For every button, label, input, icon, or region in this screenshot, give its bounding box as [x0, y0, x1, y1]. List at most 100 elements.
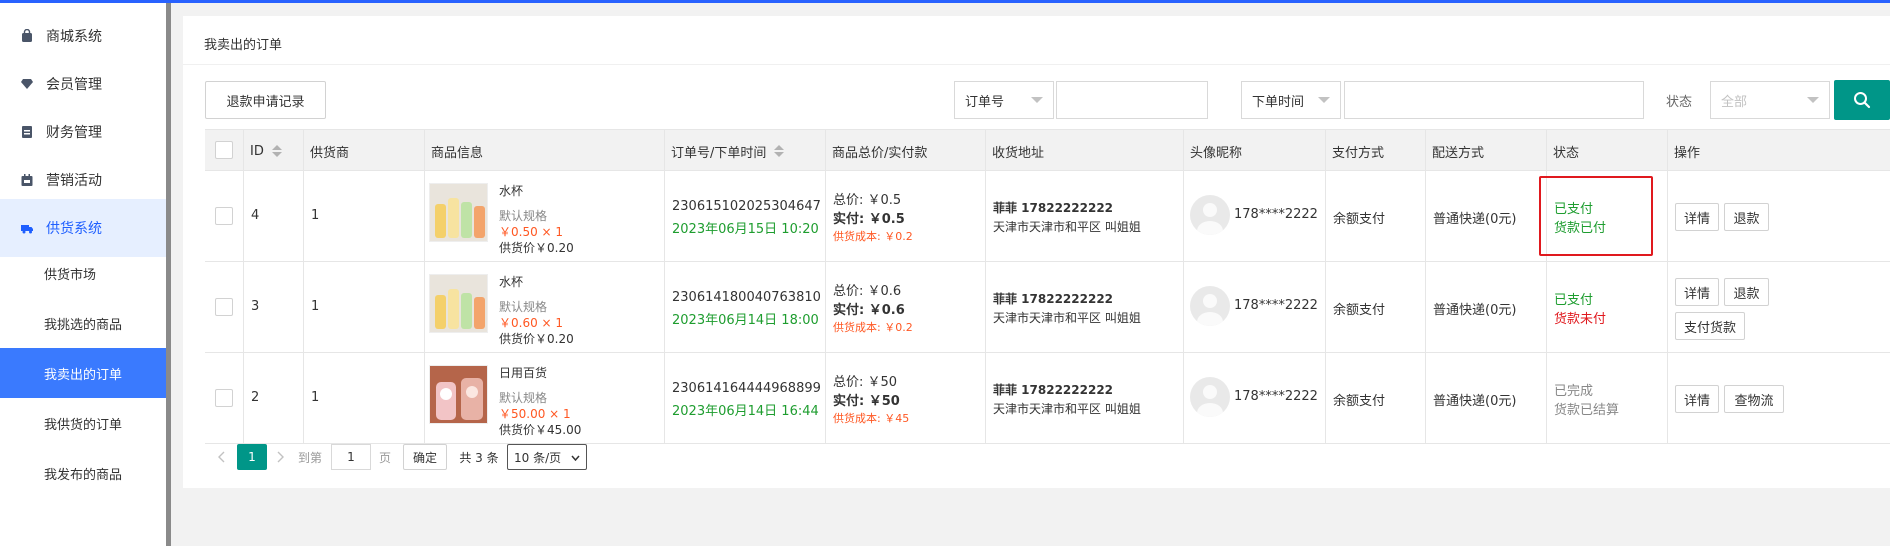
order-cell: 230614180040763810 2023年06月14日 18:00 — [664, 262, 825, 353]
payment-cell: 余额支付 — [1325, 353, 1425, 444]
delivery-method: 普通快递(0元) — [1433, 212, 1517, 227]
sidebar-scrollbar[interactable] — [166, 3, 171, 546]
refund-records-button[interactable]: 退款申请记录 — [205, 81, 326, 119]
pay-supplier-button[interactable]: 支付货款 — [1675, 312, 1745, 340]
header-label: 商品总价/实付款 — [832, 145, 928, 161]
product-thumbnail[interactable] — [429, 183, 488, 242]
status-cell: 已完成 货款已结算 — [1546, 353, 1667, 444]
header-nickname: 头像昵称 — [1183, 130, 1325, 172]
sidebar-subitem-label: 我卖出的订单 — [44, 367, 123, 383]
highlight-box — [1539, 176, 1653, 256]
page-size-value: 10 条/页 — [514, 450, 562, 465]
page-title: 我卖出的订单 — [204, 38, 283, 53]
row-checkbox[interactable] — [215, 298, 233, 316]
page-1-button[interactable]: 1 — [237, 444, 267, 470]
sidebar-subitem-supplied-orders[interactable]: 我供货的订单 — [0, 398, 166, 448]
address-cell: 菲菲 17822222222 天津市天津市和平区 叫姐姐 — [985, 171, 1183, 262]
total-price: 总价: ￥50 — [833, 375, 898, 390]
header-label: 支付方式 — [1332, 145, 1385, 161]
header-order[interactable]: 订单号/下单时间 — [664, 130, 825, 172]
goto-confirm-button[interactable]: 确定 — [403, 444, 447, 470]
status-badge: 已完成 — [1554, 384, 1594, 399]
header-price: 商品总价/实付款 — [825, 130, 985, 172]
sidebar-subitem-supply-market[interactable]: 供货市场 — [0, 248, 166, 298]
product-thumbnail[interactable] — [429, 365, 488, 424]
header-label: ID — [250, 143, 264, 159]
order-number-input[interactable] — [1056, 81, 1208, 119]
refund-button[interactable]: 退款 — [1724, 203, 1769, 231]
order-field-select[interactable]: 订单号 — [954, 81, 1054, 119]
order-time: 2023年06月15日 10:20 — [672, 222, 819, 237]
sidebar-subitem-label: 我发布的商品 — [44, 467, 123, 483]
top-accent-bar — [0, 0, 1890, 3]
table-row: 2 1 日用百货 默认规格 ￥50.00 × 1 供货价￥45.00 23061… — [205, 353, 1890, 444]
nickname: 178****2222 — [1234, 389, 1318, 404]
bag-icon — [22, 29, 32, 42]
order-cell: 230615102025304647 2023年06月15日 10:20 — [664, 171, 825, 262]
address: 天津市天津市和平区 叫姐姐 — [993, 220, 1141, 234]
settlement-status: 货款已结算 — [1554, 403, 1620, 418]
payment-method: 余额支付 — [1333, 394, 1386, 409]
finance-icon — [22, 126, 32, 138]
prev-page-icon[interactable] — [211, 444, 231, 470]
detail-button[interactable]: 详情 — [1675, 385, 1719, 413]
search-button[interactable] — [1834, 80, 1890, 120]
sidebar-item-label: 商城系统 — [46, 29, 102, 45]
product-name: 水杯 — [499, 275, 524, 289]
supplier-cell: 1 — [303, 353, 424, 444]
table-row: 3 1 水杯 默认规格 ￥0.60 × 1 供货价￥0.20 230614180… — [205, 262, 1890, 353]
header-label: 操作 — [1674, 145, 1701, 161]
address: 天津市天津市和平区 叫姐姐 — [993, 311, 1141, 325]
page-size-select[interactable]: 10 条/页 — [507, 444, 587, 470]
delivery-method: 普通快递(0元) — [1433, 303, 1517, 318]
detail-button[interactable]: 详情 — [1675, 203, 1719, 231]
sidebar-subitem-label: 我挑选的商品 — [44, 317, 123, 333]
avatar — [1190, 286, 1230, 326]
sort-icon[interactable] — [271, 145, 282, 157]
actions-cell: 详情 退款 — [1667, 171, 1890, 262]
order-id: 4 — [251, 208, 260, 223]
logistics-button[interactable]: 查物流 — [1724, 385, 1784, 413]
sidebar-subitem-sold-orders[interactable]: 我卖出的订单 — [0, 348, 166, 398]
price-cell: 总价: ￥0.5 实付: ￥0.5 供货成本: ￥0.2 — [825, 171, 985, 262]
time-field-select[interactable]: 下单时间 — [1241, 81, 1341, 119]
chevron-down-icon — [1031, 97, 1043, 103]
price-quantity: ￥50.00 × 1 — [499, 407, 571, 421]
order-time-input[interactable] — [1344, 81, 1644, 119]
order-id: 3 — [251, 299, 260, 314]
id-cell: 2 — [243, 353, 303, 444]
refund-button[interactable]: 退款 — [1724, 278, 1769, 306]
user-cell: 178****2222 — [1183, 171, 1325, 262]
price-quantity: ￥0.60 × 1 — [499, 316, 564, 330]
header-label: 头像昵称 — [1190, 145, 1243, 161]
recipient: 菲菲 17822222222 — [993, 201, 1114, 215]
actions-cell: 详情 查物流 — [1667, 353, 1890, 444]
goto-page-input[interactable]: 1 — [331, 444, 371, 470]
select-all-checkbox[interactable] — [215, 141, 233, 159]
product-thumbnail[interactable] — [429, 274, 488, 333]
row-checkbox[interactable] — [215, 389, 233, 407]
header-product: 商品信息 — [424, 130, 664, 172]
sidebar-subitem-selected-goods[interactable]: 我挑选的商品 — [0, 298, 166, 348]
row-checkbox[interactable] — [215, 207, 233, 225]
supply-cost: 供货成本: ￥0.2 — [833, 321, 913, 334]
recipient: 菲菲 17822222222 — [993, 292, 1114, 306]
row-select-cell — [205, 353, 243, 444]
paid-amount: 实付: ￥0.6 — [833, 303, 905, 318]
divider — [183, 64, 1890, 65]
payment-cell: 余额支付 — [1325, 262, 1425, 353]
sort-icon[interactable] — [774, 145, 785, 157]
next-page-icon[interactable] — [271, 444, 291, 470]
status-filter-select[interactable]: 全部 — [1710, 81, 1830, 119]
sidebar-subitem-published-goods[interactable]: 我发布的商品 — [0, 448, 166, 498]
sidebar-subitem-label: 供货市场 — [44, 267, 97, 283]
order-cell: 230614164444968899 2023年06月14日 16:44 — [664, 353, 825, 444]
product-name: 日用百货 — [499, 366, 548, 380]
chevron-down-icon — [1318, 97, 1330, 103]
truck-icon — [21, 225, 33, 234]
header-label: 订单号/下单时间 — [671, 145, 767, 161]
header-actions: 操作 — [1667, 130, 1890, 172]
actions-cell: 详情 退款 支付货款 — [1667, 262, 1890, 353]
header-id[interactable]: ID — [243, 130, 303, 172]
detail-button[interactable]: 详情 — [1675, 278, 1719, 306]
